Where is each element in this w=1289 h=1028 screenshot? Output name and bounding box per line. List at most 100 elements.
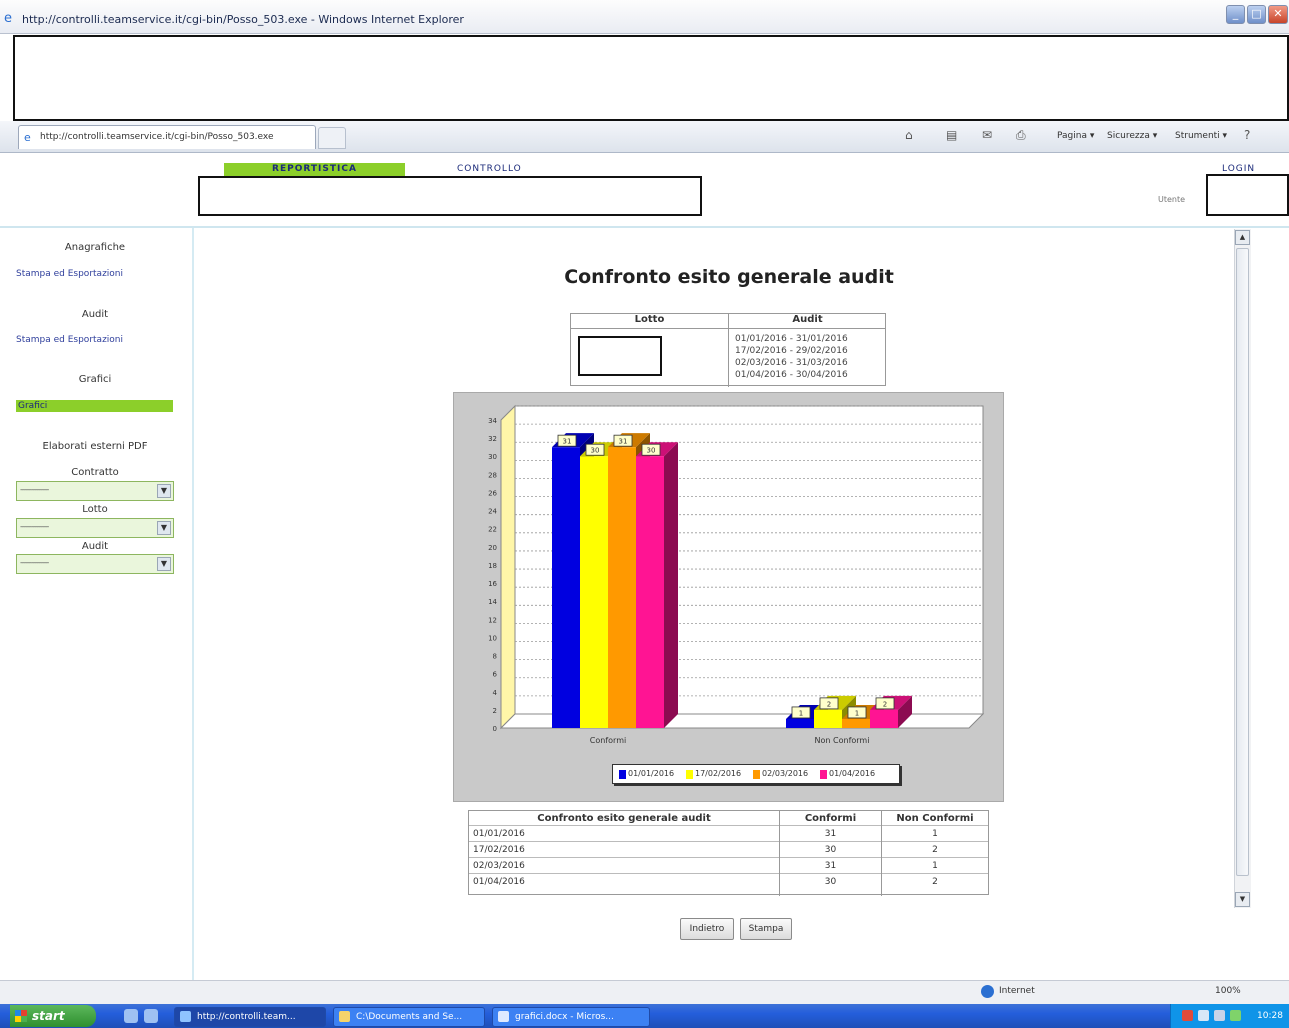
home-icon[interactable]: ⌂ [905,128,913,142]
bar [870,709,898,728]
legend-swatch [753,770,760,779]
y-tick-label: 32 [488,435,497,443]
audit-period: 17/02/2016 - 29/02/2016 [735,346,848,356]
lotto-audit-table: Lotto Audit 01/01/2016 - 31/01/2016 17/0… [570,313,886,387]
page-favicon-icon: e [24,131,31,144]
y-tick-label: 30 [488,453,497,461]
table-cell: 01/04/2016 [473,877,525,887]
contratto-label: Contratto [71,467,119,478]
scroll-down-icon[interactable]: ▼ [1235,892,1250,907]
bar [608,447,636,728]
taskbar-item-word[interactable]: grafici.docx - Micros... [492,1007,650,1027]
lotto-label: Lotto [82,504,108,515]
chart-side-wall [500,404,516,730]
y-tick-label: 0 [493,725,497,733]
y-tick-label: 12 [488,616,497,624]
chart-legend: 01/01/2016 17/02/2016 02/03/2016 01/04/2… [612,764,900,784]
data-label: 2 [883,700,887,708]
nav-login[interactable]: LOGIN [1222,164,1255,174]
show-desktop-icon[interactable] [124,1009,138,1023]
y-tick-label: 28 [488,471,497,479]
y-tick-label: 4 [493,689,498,697]
audit-period: 01/04/2016 - 30/04/2016 [735,370,848,380]
sidebar-head-grafici: Grafici [78,374,112,385]
legend-swatch [686,770,693,779]
help-icon[interactable]: ? [1244,128,1250,142]
close-button[interactable]: ✕ [1268,5,1288,24]
data-label: 31 [563,438,572,446]
y-tick-label: 10 [488,634,497,642]
y-tick-label: 26 [488,489,497,497]
browser-tab-label: http://controlli.teamservice.it/cgi-bin/… [40,132,274,142]
table-cell: 2 [932,877,938,887]
audit-period: 02/03/2016 - 31/03/2016 [735,358,848,368]
sidebar-link-anagrafiche-stampa[interactable]: Stampa ed Esportazioni [16,269,123,279]
table-header-cell: Non Conformi [882,811,988,826]
zoom-level[interactable]: 100% [1215,986,1241,996]
menu-strumenti[interactable]: Strumenti ▾ [1175,131,1227,141]
y-tick-label: 18 [488,562,497,570]
page-title: Confronto esito generale audit [564,266,894,288]
clock: 10:28 [1257,1011,1283,1021]
legend-swatch [619,770,626,779]
menu-pagina[interactable]: Pagina ▾ [1057,131,1094,141]
audit-select-value: --------------- [20,558,49,567]
tray-antivirus-icon[interactable] [1182,1010,1193,1021]
contratto-select[interactable]: --------------- ▼ [16,481,174,501]
bar [636,456,664,728]
bar-side [664,442,678,728]
menu-sicurezza[interactable]: Sicurezza ▾ [1107,131,1157,141]
nav-reportistica[interactable]: REPORTISTICA [224,163,405,176]
table-cell: 30 [780,843,881,858]
sidebar-item-grafici[interactable]: Grafici [16,400,173,412]
y-tick-label: 16 [488,580,497,588]
table-cell: 30 [824,877,837,887]
lotto-select-value: --------------- [20,522,49,531]
new-tab-button[interactable] [318,127,346,149]
tray-app-icon[interactable] [1230,1010,1241,1021]
scrollbar-thumb[interactable] [1236,248,1249,876]
utente-label: Utente [1158,195,1186,204]
results-table: Confronto esito generale audit Conformi … [468,810,989,896]
audit-label: Audit [81,541,109,552]
scroll-up-icon[interactable]: ▲ [1235,230,1250,245]
sidebar-head-pdf: Elaborati esterni PDF [42,441,148,452]
legend-label: 17/02/2016 [695,769,742,778]
bar [552,447,580,728]
table-header-cell: Conformi [780,811,881,826]
tray-volume-icon[interactable] [1214,1010,1225,1021]
nav-controllo[interactable]: CONTROLLO [457,164,522,174]
tray-network-icon[interactable] [1198,1010,1209,1021]
taskbar-item-explorer[interactable]: C:\Documents and Se... [333,1007,485,1027]
print-icon[interactable]: ⎙ [1016,128,1026,143]
y-tick-label: 22 [488,526,497,534]
data-label: 30 [591,447,600,455]
mail-icon[interactable]: ✉ [982,128,992,142]
ie-icon: e [4,11,12,26]
data-label: 2 [827,700,831,708]
feeds-icon[interactable]: ▤ [946,128,957,142]
legend-swatch [820,770,827,779]
x-tick-label: Conformi [590,736,626,745]
y-tick-label: 2 [493,707,497,715]
security-zone: Internet [999,986,1035,996]
x-tick-label: Non Conformi [815,736,870,745]
y-tick-label: 20 [488,544,497,552]
stampa-button[interactable]: Stampa [740,918,792,940]
legend-label: 02/03/2016 [762,769,809,778]
minimize-button[interactable]: _ [1226,5,1245,24]
y-tick-label: 8 [493,653,497,661]
sidebar-head-anagrafiche: Anagrafiche [64,242,126,253]
taskbar-item-ie[interactable]: http://controlli.team... [174,1007,326,1027]
maximize-button[interactable]: □ [1247,5,1266,24]
indietro-button[interactable]: Indietro [680,918,734,940]
sidebar-link-audit-stampa[interactable]: Stampa ed Esportazioni [16,335,123,345]
y-tick-label: 6 [493,671,498,679]
ie-quicklaunch-icon[interactable] [144,1009,158,1023]
data-label: 1 [799,709,803,717]
status-bar [0,980,1289,1004]
lotto-select[interactable]: --------------- ▼ [16,518,174,538]
y-tick-label: 14 [488,598,497,606]
audit-select[interactable]: --------------- ▼ [16,554,174,574]
table-divider [728,314,729,387]
